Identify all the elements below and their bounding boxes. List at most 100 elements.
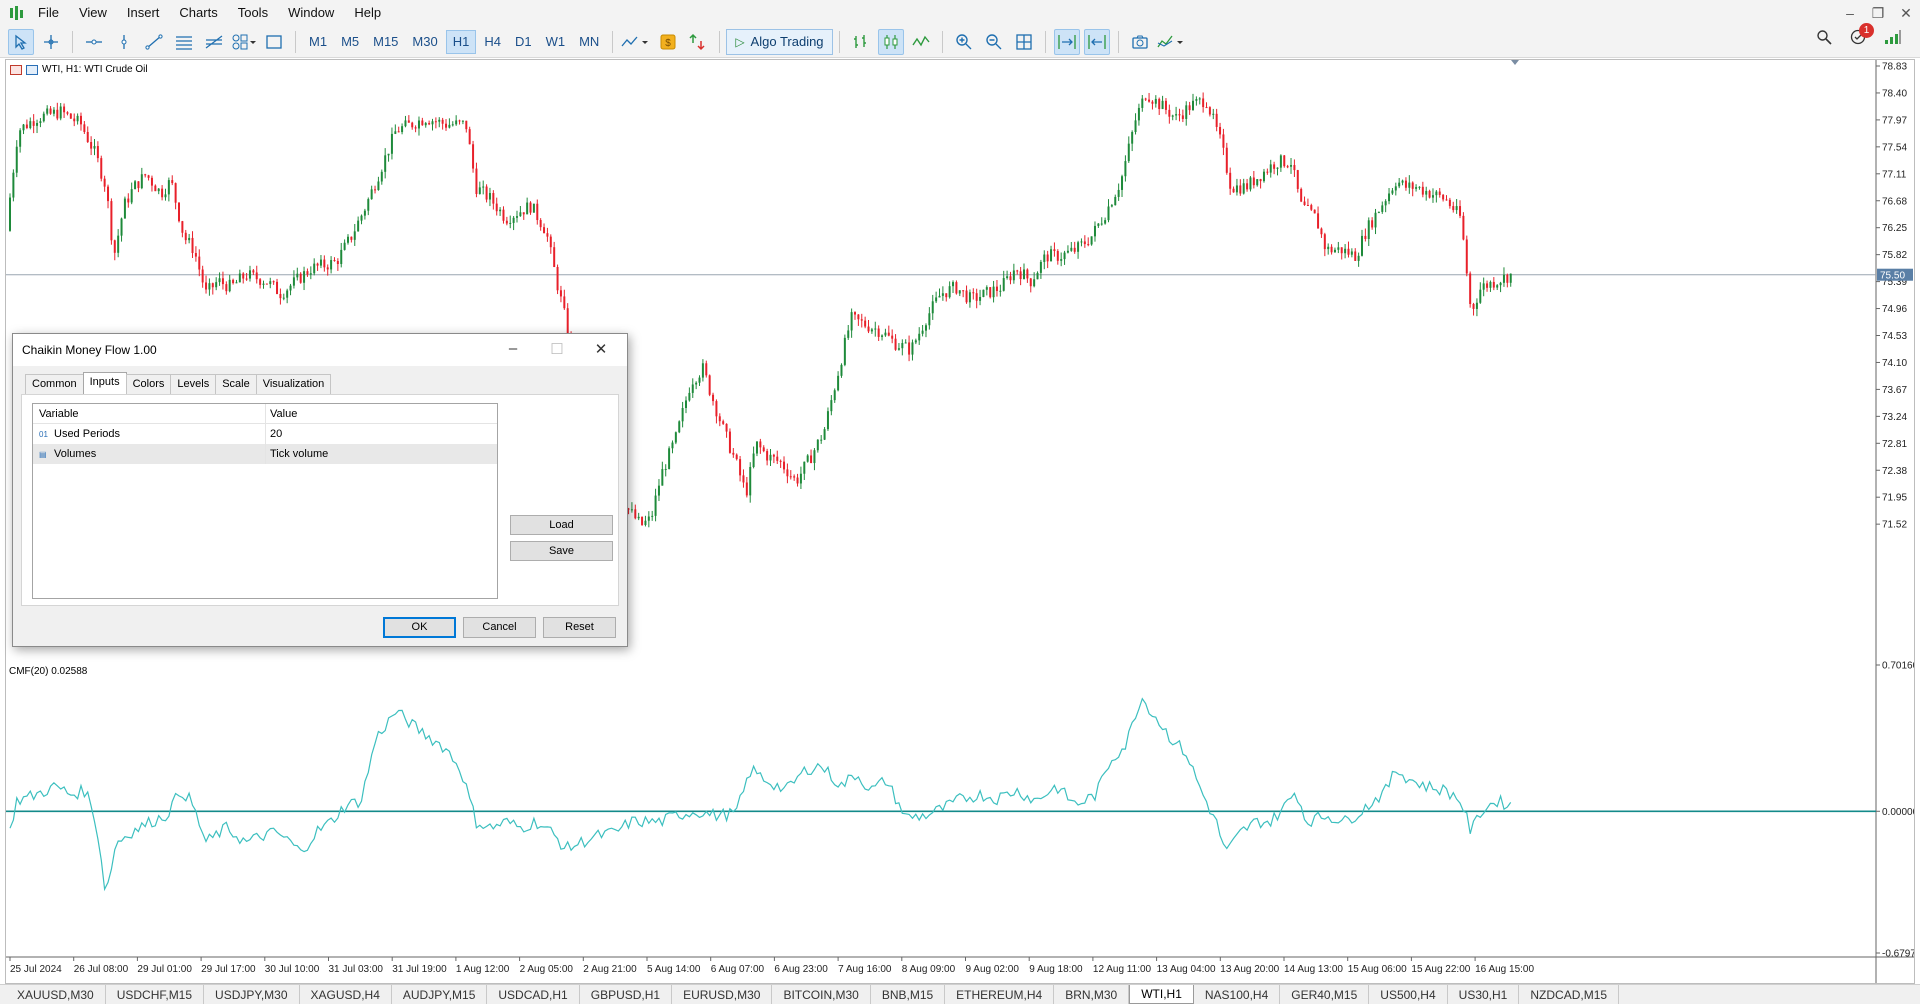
- search-icon[interactable]: [1816, 29, 1832, 48]
- cursor-tool-icon[interactable]: [8, 28, 34, 55]
- symbol-tab[interactable]: NAS100,H4: [1194, 985, 1281, 1004]
- timeframe-m30[interactable]: M30: [406, 30, 443, 54]
- symbol-tab[interactable]: NZDCAD,M15: [1519, 985, 1620, 1004]
- tab-visualization[interactable]: Visualization: [255, 374, 332, 394]
- symbol-tab[interactable]: EURUSD,M30: [672, 985, 773, 1004]
- price-label: 72.81: [1882, 439, 1907, 450]
- candle: [1110, 203, 1113, 208]
- timeframe-m1[interactable]: M1: [303, 30, 333, 54]
- tile-windows-icon[interactable]: [1011, 29, 1037, 55]
- symbol-tab[interactable]: US500,H4: [1369, 985, 1448, 1004]
- minimize-icon[interactable]: –: [1836, 5, 1864, 21]
- menu-charts[interactable]: Charts: [175, 0, 233, 26]
- toolbar-separator: [1117, 30, 1119, 53]
- symbol-tab[interactable]: USDJPY,M30: [204, 985, 300, 1004]
- timeframe-d1[interactable]: D1: [509, 30, 538, 54]
- candle: [556, 264, 559, 295]
- load-button[interactable]: Load: [510, 515, 613, 535]
- param-value[interactable]: 20: [266, 428, 282, 440]
- symbol-tab[interactable]: USDCHF,M15: [106, 985, 205, 1004]
- price-label: 77.54: [1882, 142, 1907, 153]
- candlestick-chart-icon[interactable]: [877, 28, 904, 55]
- indicators-menu-icon[interactable]: [621, 29, 651, 55]
- candle: [914, 338, 917, 345]
- timeframe-mn[interactable]: MN: [573, 30, 605, 54]
- tab-common[interactable]: Common: [25, 374, 84, 394]
- table-row[interactable]: 01 Used Periods 20: [33, 424, 497, 444]
- crosshair-icon[interactable]: [38, 29, 64, 55]
- timeframe-m15[interactable]: M15: [367, 30, 404, 54]
- line-chart-icon[interactable]: [908, 29, 934, 55]
- price-label: 71.52: [1882, 520, 1907, 531]
- candle: [1093, 221, 1096, 242]
- param-value[interactable]: Tick volume: [266, 448, 328, 460]
- symbol-tab[interactable]: USDCAD,H1: [487, 985, 580, 1004]
- vertical-line-icon[interactable]: [111, 29, 137, 55]
- symbol-tab[interactable]: BITCOIN,M30: [772, 985, 871, 1004]
- one-click-trading-icon[interactable]: [10, 64, 22, 75]
- candle: [1151, 100, 1154, 110]
- rectangle-select-icon[interactable]: [261, 29, 287, 55]
- symbol-tab[interactable]: ETHEREUM,H4: [945, 985, 1055, 1004]
- symbol-tab[interactable]: WTI,H1: [1129, 985, 1194, 1004]
- templates-menu-icon[interactable]: [1157, 29, 1187, 55]
- close-icon[interactable]: ✕: [1892, 5, 1920, 22]
- menu-file[interactable]: File: [34, 0, 75, 26]
- market-watch-icon[interactable]: $: [655, 29, 681, 55]
- timeframe-w1[interactable]: W1: [540, 30, 572, 54]
- menu-window[interactable]: Window: [284, 0, 350, 26]
- symbol-tab[interactable]: XAGUSD,H4: [300, 985, 392, 1004]
- candle: [816, 439, 819, 453]
- tab-levels[interactable]: Levels: [170, 374, 217, 394]
- timeframe-m5[interactable]: M5: [335, 30, 365, 54]
- notifications-icon[interactable]: 1: [1850, 23, 1874, 48]
- shapes-menu-icon[interactable]: [231, 29, 257, 55]
- symbol-tab[interactable]: GER40,M15: [1280, 985, 1370, 1004]
- equidistant-channel-icon[interactable]: [171, 29, 197, 55]
- menu-help[interactable]: Help: [350, 0, 397, 26]
- dialog-close-icon[interactable]: ✕: [579, 340, 623, 358]
- time-label: 6 Aug 23:00: [774, 964, 828, 975]
- candle: [1205, 102, 1208, 109]
- restore-icon[interactable]: ❐: [1864, 5, 1892, 22]
- reset-button[interactable]: Reset: [543, 617, 616, 638]
- dialog-minimize-icon[interactable]: –: [491, 340, 535, 357]
- candle: [144, 173, 147, 178]
- ok-button[interactable]: OK: [383, 617, 456, 638]
- algo-trading-button[interactable]: ▷ Algo Trading: [726, 28, 833, 55]
- depth-of-market-icon[interactable]: [26, 64, 38, 75]
- candle: [1171, 114, 1174, 121]
- candle: [799, 466, 802, 489]
- symbol-tab[interactable]: GBPUSD,H1: [580, 985, 673, 1004]
- tab-inputs[interactable]: Inputs: [82, 372, 127, 394]
- auto-scroll-icon[interactable]: [1053, 28, 1080, 55]
- symbol-tab[interactable]: US30,H1: [1448, 985, 1520, 1004]
- timeframe-h1[interactable]: H1: [445, 29, 477, 54]
- horizontal-line-icon[interactable]: [81, 29, 107, 55]
- save-button[interactable]: Save: [510, 541, 613, 561]
- symbol-tab[interactable]: BRN,M30: [1054, 985, 1130, 1004]
- symbol-tab[interactable]: XAUUSD,M30: [6, 985, 106, 1004]
- symbol-tab[interactable]: BNB,M15: [871, 985, 946, 1004]
- menu-insert[interactable]: Insert: [123, 0, 176, 26]
- zoom-in-icon[interactable]: [951, 29, 977, 55]
- zoom-out-icon[interactable]: [981, 29, 1007, 55]
- bar-chart-icon[interactable]: [848, 29, 874, 55]
- tab-colors[interactable]: Colors: [125, 374, 172, 394]
- trendline-icon[interactable]: [141, 29, 167, 55]
- menu-tools[interactable]: Tools: [234, 0, 284, 26]
- candle: [1121, 174, 1124, 197]
- tab-scale[interactable]: Scale: [215, 374, 257, 394]
- table-row[interactable]: ▤ Volumes Tick volume: [33, 444, 497, 464]
- fibonacci-icon[interactable]: [201, 29, 227, 55]
- cancel-button[interactable]: Cancel: [463, 617, 536, 638]
- timeframe-h4[interactable]: H4: [478, 30, 507, 54]
- menu-view[interactable]: View: [75, 0, 123, 26]
- trade-signal-icon[interactable]: [685, 29, 711, 55]
- chart-shift-icon[interactable]: [1083, 28, 1110, 55]
- candle: [1303, 196, 1306, 206]
- candle: [1016, 269, 1019, 275]
- screenshot-icon[interactable]: [1127, 29, 1153, 55]
- candle: [712, 392, 715, 406]
- symbol-tab[interactable]: AUDJPY,M15: [392, 985, 488, 1004]
